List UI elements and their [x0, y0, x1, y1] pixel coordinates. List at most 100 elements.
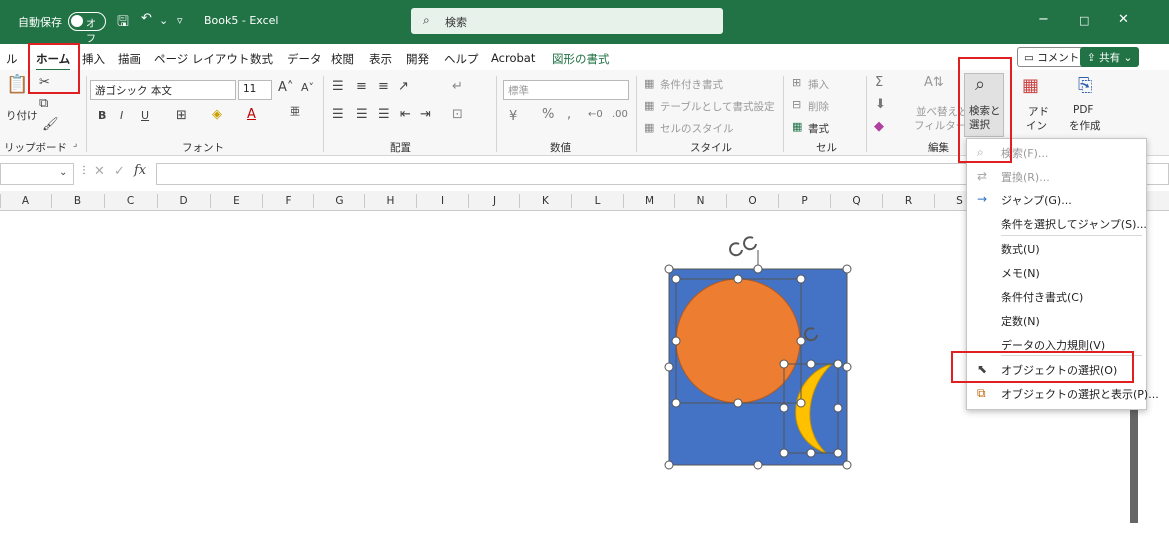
increase-font-icon[interactable]: A˄	[278, 81, 293, 94]
delete-cells-button[interactable]: 削除	[808, 99, 829, 114]
align-left-icon[interactable]: ☰	[332, 108, 344, 121]
search-box[interactable]: ⌕ 検索	[411, 8, 723, 34]
font-size-field[interactable]: 11	[238, 80, 272, 100]
bold-button[interactable]: B	[98, 110, 106, 121]
column-header[interactable]: A	[0, 195, 52, 207]
column-header[interactable]: D	[157, 195, 210, 207]
addins-line2[interactable]: イン	[1026, 118, 1047, 133]
decrease-decimal-icon[interactable]: .00	[612, 110, 628, 120]
column-header[interactable]: J	[468, 195, 521, 207]
increase-decimal-icon[interactable]: ←0	[588, 110, 603, 120]
format-as-table-button[interactable]: テーブルとして書式設定	[660, 99, 775, 114]
enter-icon[interactable]: ✓	[114, 165, 125, 178]
column-header[interactable]: O	[726, 195, 779, 207]
tab-draw[interactable]: 描画	[118, 51, 141, 67]
fill-icon[interactable]: ⬇	[875, 98, 886, 111]
insert-function-button[interactable]: fx	[134, 164, 146, 177]
menu-item-selection-pane[interactable]: オブジェクトの選択と表示(P)...	[1001, 386, 1159, 402]
shape-group[interactable]	[660, 228, 860, 473]
column-header[interactable]: K	[519, 195, 572, 207]
tab-page-layout[interactable]: ページ レイアウト	[154, 51, 249, 67]
sun-circle-shape[interactable]	[675, 278, 801, 404]
insert-cells-button[interactable]: 挿入	[808, 77, 829, 92]
menu-item-constants[interactable]: 定数(N)	[1001, 313, 1040, 329]
menu-item-goto-special[interactable]: 条件を選択してジャンプ(S)...	[1001, 216, 1147, 232]
conditional-format-button[interactable]: 条件付き書式	[660, 77, 723, 92]
copy-icon[interactable]: ⧉	[39, 97, 48, 110]
chevron-down-icon[interactable]: ⌄	[159, 14, 168, 27]
share-button[interactable]: ⇪ 共有 ⌄	[1080, 47, 1140, 67]
tab-insert[interactable]: 挿入	[82, 51, 105, 67]
minimize-button[interactable]: −	[1038, 12, 1049, 27]
save-icon[interactable]: 🖫	[117, 11, 129, 35]
column-header[interactable]: H	[364, 195, 417, 207]
underline-button[interactable]: U	[141, 110, 149, 121]
column-header[interactable]: I	[416, 195, 469, 207]
column-header[interactable]: E	[210, 195, 263, 207]
decrease-indent-icon[interactable]: ⇤	[400, 108, 411, 121]
comments-button[interactable]: ▭ コメント	[1017, 47, 1087, 67]
tab-shape-format[interactable]: 図形の書式	[552, 51, 610, 67]
column-header[interactable]: P	[778, 195, 831, 207]
font-color-icon[interactable]: A	[247, 108, 256, 121]
close-button[interactable]: ✕	[1118, 12, 1129, 27]
percent-button[interactable]: %	[542, 108, 554, 121]
tab-help[interactable]: ヘルプ	[444, 51, 479, 67]
vertical-scrollbar[interactable]	[1130, 405, 1138, 523]
dialog-launcher-icon[interactable]: ⌟	[73, 140, 77, 149]
menu-item-goto[interactable]: ジャンプ(G)...	[1001, 192, 1072, 208]
merge-icon[interactable]: ⊡	[452, 108, 463, 121]
comma-icon[interactable]: ,	[567, 108, 571, 121]
increase-indent-icon[interactable]: ⇥	[420, 108, 431, 121]
orientation-icon[interactable]: ↗	[398, 80, 409, 93]
maximize-button[interactable]: □	[1079, 14, 1089, 27]
column-header[interactable]: N	[674, 195, 727, 207]
column-header[interactable]: M	[623, 195, 676, 207]
number-format-field[interactable]: 標準	[503, 80, 629, 100]
italic-button[interactable]: I	[120, 110, 123, 121]
column-header[interactable]: F	[262, 195, 315, 207]
tab-developer[interactable]: 開発	[406, 51, 429, 67]
undo-icon[interactable]: ↶	[141, 11, 152, 26]
addins-line1[interactable]: アド	[1028, 104, 1049, 119]
column-header[interactable]: G	[313, 195, 366, 207]
align-top-icon[interactable]: ☰	[332, 80, 344, 93]
pdf-line2[interactable]: を作成	[1069, 118, 1101, 133]
clear-icon[interactable]: ◆	[874, 120, 884, 133]
tab-view[interactable]: 表示	[369, 51, 392, 67]
align-middle-icon[interactable]: ≡	[356, 80, 367, 93]
align-center-icon[interactable]: ☰	[356, 108, 368, 121]
border-icon[interactable]: ⊞	[176, 109, 187, 122]
autosave-toggle[interactable]: オフ	[68, 12, 106, 45]
tab-formulas[interactable]: 数式	[250, 51, 273, 67]
font-name-field[interactable]: 游ゴシック 本文	[90, 80, 236, 100]
align-bottom-icon[interactable]: ≡	[378, 80, 389, 93]
menu-item-replace[interactable]: 置換(R)...	[1001, 169, 1050, 185]
autosum-icon[interactable]: Σ	[875, 76, 883, 89]
format-painter-icon[interactable]: 🖌	[42, 118, 59, 131]
cancel-icon[interactable]: ✕	[94, 165, 105, 178]
column-header[interactable]: Q	[830, 195, 883, 207]
format-cells-button[interactable]: 書式	[808, 121, 829, 136]
column-header[interactable]: R	[882, 195, 935, 207]
paste-icon[interactable]: 📋	[6, 76, 28, 94]
cell-styles-button[interactable]: セルのスタイル	[660, 121, 734, 136]
wrap-text-icon[interactable]: ↵	[452, 80, 463, 93]
tab-file[interactable]: ル	[6, 51, 18, 67]
pdf-line1[interactable]: PDF	[1073, 104, 1093, 116]
column-header[interactable]: C	[104, 195, 157, 207]
tab-data[interactable]: データ	[287, 51, 322, 67]
tab-acrobat[interactable]: Acrobat	[491, 51, 535, 65]
currency-icon[interactable]: ¥	[509, 110, 517, 123]
tab-review[interactable]: 校閲	[331, 51, 354, 67]
decrease-font-icon[interactable]: A˅	[301, 82, 314, 93]
name-box[interactable]: ⌄	[0, 163, 74, 185]
fill-color-icon[interactable]: ◈	[212, 108, 222, 121]
phonetic-icon[interactable]: 亜	[290, 108, 300, 118]
column-header[interactable]: B	[51, 195, 104, 207]
column-header[interactable]: L	[571, 195, 624, 207]
menu-item-notes[interactable]: メモ(N)	[1001, 265, 1040, 281]
menu-item-formulas[interactable]: 数式(U)	[1001, 241, 1040, 257]
menu-item-conditional-formatting[interactable]: 条件付き書式(C)	[1001, 289, 1083, 305]
customize-qat-icon[interactable]: ▿	[177, 14, 183, 27]
